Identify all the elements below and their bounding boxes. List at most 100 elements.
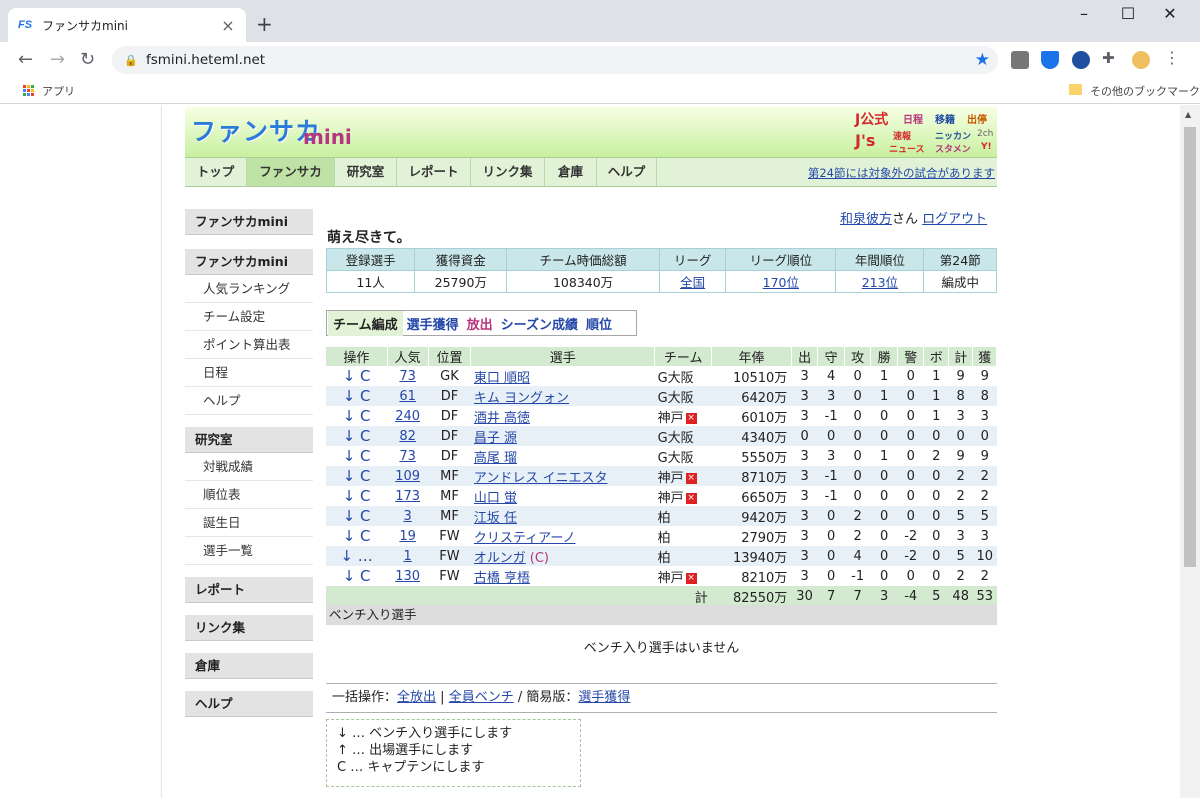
bench-arrow[interactable]: ↓ [343, 567, 356, 585]
simple-acquire-link[interactable]: 選手獲得 [578, 690, 630, 705]
captain-button[interactable]: … [358, 547, 373, 565]
bench-arrow[interactable]: ↓ [340, 547, 353, 565]
starting-link[interactable]: スタメン [935, 142, 971, 155]
player-name-link[interactable]: キム ヨングォン [474, 391, 569, 406]
bench-arrow-icon[interactable]: ↓ … [326, 546, 388, 566]
site-logo[interactable]: ファンサカ [191, 112, 321, 148]
sidebar-title[interactable]: ファンサカmini [185, 209, 313, 235]
new-tab-button[interactable]: + [256, 12, 273, 36]
bench-arrow-icon[interactable]: ↓ C [326, 486, 387, 506]
nav-report[interactable]: レポート [397, 158, 471, 186]
bench-arrow[interactable]: ↓ [343, 527, 356, 545]
tab-team-formation[interactable]: チーム編成 [328, 310, 403, 336]
popularity-link[interactable]: 19 [399, 529, 416, 544]
maximize-icon[interactable]: ☐ [1108, 4, 1148, 23]
bench-arrow-icon[interactable]: ↓ C [326, 566, 387, 586]
jleague-link[interactable]: J公式 [855, 109, 888, 129]
sidebar-item-standings[interactable]: 順位表 [185, 481, 313, 509]
bench-arrow[interactable]: ↓ [343, 467, 356, 485]
nav-help[interactable]: ヘルプ [597, 158, 657, 186]
popularity-link[interactable]: 109 [395, 469, 420, 484]
popularity-link[interactable]: 73 [399, 449, 416, 464]
bench-arrow[interactable]: ↓ [343, 367, 356, 385]
menu-icon[interactable]: ⋮ [1164, 48, 1182, 67]
close-window-icon[interactable]: ✕ [1150, 4, 1190, 23]
sidebar-group-head[interactable]: リンク集 [185, 615, 313, 641]
nikkan-link[interactable]: ニッカン [935, 129, 971, 142]
sidebar-item-ranking[interactable]: 人気ランキング [185, 275, 313, 303]
captain-button[interactable]: C [360, 527, 370, 545]
nav-lab[interactable]: 研究室 [335, 158, 397, 186]
annual-rank-link[interactable]: 213位 [862, 275, 898, 290]
sidebar-item-birthdays[interactable]: 誕生日 [185, 509, 313, 537]
extension-circle-icon[interactable] [1072, 51, 1090, 69]
bench-arrow-icon[interactable]: ↓ C [326, 466, 388, 486]
sidebar-group-head[interactable]: ヘルプ [185, 691, 313, 717]
captain-button[interactable]: C [360, 567, 370, 585]
sidebar-item-schedule[interactable]: 日程 [185, 359, 313, 387]
captain-button[interactable]: C [360, 507, 370, 525]
captain-button[interactable]: C [360, 387, 370, 405]
other-bookmarks[interactable]: その他のブックマーク [1090, 83, 1200, 99]
bench-arrow[interactable]: ↓ [343, 407, 356, 425]
schedule-link[interactable]: 日程 [903, 111, 923, 126]
back-icon[interactable]: ← [18, 49, 33, 70]
bench-arrow-icon[interactable]: ↓ C [326, 406, 387, 426]
player-name-link[interactable]: クリスティアーノ [474, 531, 576, 546]
popularity-link[interactable]: 3 [403, 509, 411, 524]
js-link[interactable]: J's [855, 131, 875, 150]
shield-extension-icon[interactable] [1041, 51, 1059, 69]
bench-arrow[interactable]: ↓ [343, 447, 356, 465]
bench-arrow-icon[interactable]: ↓ C [326, 366, 387, 386]
bench-arrow-icon[interactable]: ↓ C [326, 446, 387, 466]
bench-arrow[interactable]: ↓ [343, 427, 356, 445]
puzzle-icon[interactable]: ✚ [1102, 49, 1120, 67]
player-name-link[interactable]: 東口 順昭 [474, 371, 530, 386]
captain-button[interactable]: C [360, 367, 370, 385]
nav-top[interactable]: トップ [185, 158, 247, 186]
sidebar-group-head[interactable]: レポート [185, 577, 313, 603]
player-name-link[interactable]: 古橋 亨梧 [474, 571, 530, 586]
suspension-link[interactable]: 出停 [967, 111, 987, 126]
player-name-link[interactable]: 高尾 瑠 [474, 451, 517, 466]
address-bar[interactable]: 🔒 fsmini.heteml.net ★ [112, 46, 998, 74]
nav-warehouse[interactable]: 倉庫 [545, 158, 597, 186]
sidebar-item-results[interactable]: 対戦成績 [185, 453, 313, 481]
release-all-link[interactable]: 全放出 [397, 690, 436, 705]
popularity-link[interactable]: 130 [395, 569, 420, 584]
bench-arrow-icon[interactable]: ↓ C [326, 506, 388, 526]
player-name-link[interactable]: アンドレス イニエスタ [474, 471, 608, 486]
popularity-link[interactable]: 82 [399, 429, 416, 444]
sidebar-item-points[interactable]: ポイント算出表 [185, 331, 313, 359]
popularity-link[interactable]: 240 [395, 409, 420, 424]
nav-fansaka[interactable]: ファンサカ [247, 158, 335, 186]
bench-arrow[interactable]: ↓ [343, 507, 356, 525]
extension-icon[interactable] [1011, 51, 1029, 69]
avatar[interactable] [1132, 51, 1150, 69]
captain-button[interactable]: C [360, 407, 370, 425]
yahoo-link[interactable]: Y! [981, 142, 992, 152]
player-name-link[interactable]: オルンガ [474, 551, 526, 566]
logout-link[interactable]: ログアウト [922, 212, 987, 227]
popularity-link[interactable]: 61 [399, 389, 416, 404]
bench-arrow[interactable]: ↓ [343, 487, 356, 505]
captain-button[interactable]: C [360, 487, 370, 505]
bench-all-link[interactable]: 全員ベンチ [449, 690, 514, 705]
nav-links[interactable]: リンク集 [471, 158, 545, 186]
flash-link[interactable]: 速報 [893, 129, 911, 142]
bench-arrow-icon[interactable]: ↓ C [326, 426, 388, 446]
scrollbar[interactable]: ▲ [1180, 105, 1200, 798]
popularity-link[interactable]: 1 [403, 549, 411, 564]
sidebar-group-head[interactable]: 倉庫 [185, 653, 313, 679]
bench-arrow-icon[interactable]: ↓ C [326, 526, 387, 546]
forward-icon[interactable]: → [50, 49, 65, 70]
notice-link[interactable]: 第24節には対象外の試合があります [808, 165, 995, 181]
player-name-link[interactable]: 昌子 源 [474, 431, 517, 446]
tab-close-icon[interactable]: × [220, 16, 236, 35]
sidebar-group-head[interactable]: ファンサカmini [185, 249, 313, 275]
tab-rank[interactable]: 順位 [586, 314, 612, 333]
news-link[interactable]: ニュース [889, 142, 925, 155]
browser-tab[interactable]: FS ファンサカmini × [8, 8, 246, 42]
bench-arrow[interactable]: ↓ [343, 387, 356, 405]
tab-season[interactable]: シーズン成績 [501, 314, 578, 333]
